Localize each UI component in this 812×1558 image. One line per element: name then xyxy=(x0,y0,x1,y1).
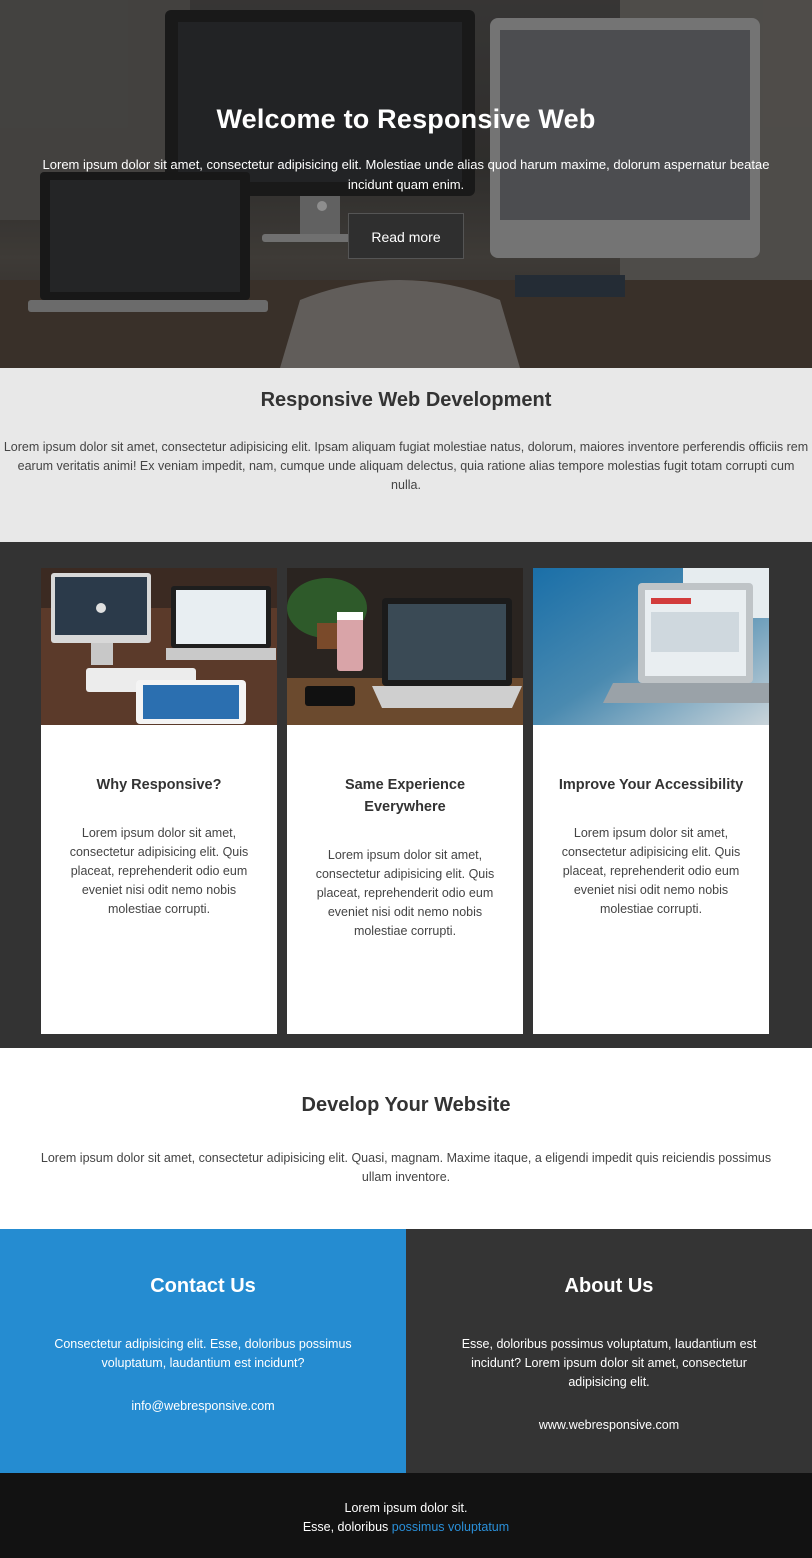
card-title: Improve Your Accessibility xyxy=(558,777,744,793)
feature-card: Improve Your Accessibility Lorem ipsum d… xyxy=(533,568,769,1034)
read-more-button[interactable]: Read more xyxy=(348,213,464,259)
footer-line-2: Esse, doloribus possimus voluptatum xyxy=(0,1518,812,1537)
feature-card: Same Experience Everywhere Lorem ipsum d… xyxy=(287,568,523,1034)
hero-section: Welcome to Responsive Web Lorem ipsum do… xyxy=(0,0,812,368)
card-title: Same Experience Everywhere xyxy=(344,777,466,815)
intro-section: Responsive Web Development Lorem ipsum d… xyxy=(0,368,812,542)
about-panel: About Us Esse, doloribus possimus volupt… xyxy=(406,1229,812,1473)
hero-content: Welcome to Responsive Web Lorem ipsum do… xyxy=(0,0,812,259)
feature-card: Why Responsive? Lorem ipsum dolor sit am… xyxy=(41,568,277,1034)
about-text: Esse, doloribus possimus voluptatum, lau… xyxy=(461,1337,757,1389)
contact-panel: Contact Us Consectetur adipisicing elit.… xyxy=(0,1229,406,1473)
card-image-desk-devices xyxy=(41,568,277,725)
website-link[interactable]: www.webresponsive.com xyxy=(406,1418,812,1432)
intro-text: Lorem ipsum dolor sit amet, consectetur … xyxy=(3,440,809,492)
card-text: Lorem ipsum dolor sit amet, consectetur … xyxy=(69,826,249,916)
develop-section: Develop Your Website Lorem ipsum dolor s… xyxy=(0,1048,812,1229)
card-text: Lorem ipsum dolor sit amet, consectetur … xyxy=(561,826,741,916)
footer-line-2-text: Esse, doloribus xyxy=(302,1520,392,1534)
features-section: Why Responsive? Lorem ipsum dolor sit am… xyxy=(0,542,812,1048)
card-text: Lorem ipsum dolor sit amet, consectetur … xyxy=(315,848,495,938)
contact-about-section: Contact Us Consectetur adipisicing elit.… xyxy=(0,1229,812,1473)
contact-title: Contact Us xyxy=(150,1275,256,1297)
card-title: Why Responsive? xyxy=(96,777,222,793)
develop-text: Lorem ipsum dolor sit amet, consectetur … xyxy=(40,1151,772,1184)
develop-title: Develop Your Website xyxy=(301,1094,511,1116)
footer-line-1: Lorem ipsum dolor sit. xyxy=(344,1501,468,1515)
contact-text: Consectetur adipisicing elit. Esse, dolo… xyxy=(54,1337,352,1370)
apple-logo-icon xyxy=(96,603,106,613)
card-image-laptop-blue xyxy=(533,568,769,725)
footer-link[interactable]: possimus voluptatum xyxy=(392,1520,509,1534)
hero-text: Lorem ipsum dolor sit amet, consectetur … xyxy=(42,157,770,192)
footer: Lorem ipsum dolor sit. Esse, doloribus p… xyxy=(0,1473,812,1558)
about-title: About Us xyxy=(564,1275,654,1297)
intro-title: Responsive Web Development xyxy=(260,389,552,411)
hero-title: Welcome to Responsive Web xyxy=(216,104,596,134)
contact-email-link[interactable]: info@webresponsive.com xyxy=(0,1399,406,1413)
card-image-laptop-coffee xyxy=(287,568,523,725)
